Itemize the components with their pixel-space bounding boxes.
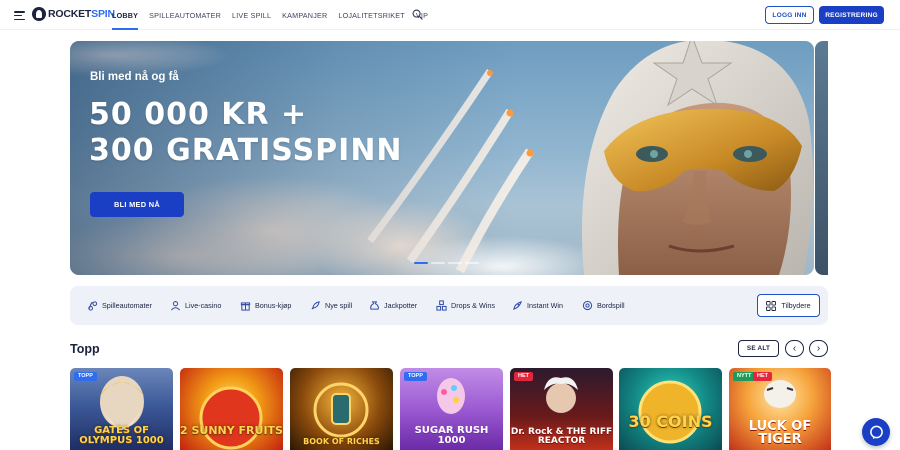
category-live-casino[interactable]: Live-casino [170,300,221,311]
game-title: 30 COINS [628,412,713,431]
game-badge: HET [753,372,772,381]
category-new-games[interactable]: Nye spill [310,300,352,311]
chip-icon [582,300,593,311]
carousel-next-button[interactable]: › [809,340,828,357]
main-nav: LOBBY SPILLEAUTOMATER LIVE SPILL KAMPANJ… [112,0,439,30]
game-art [638,380,702,444]
join-now-button[interactable]: BLI MED NÅ [90,192,184,217]
rocket-icon [311,301,320,310]
grid-icon [766,300,777,311]
category-bonus-buy[interactable]: Bonus-kjøp [240,300,291,311]
game-title: BOOK OF RICHES [303,437,380,446]
hero-title: 50 000 KR + 300 GRATISSPINN [89,97,403,168]
game-tile[interactable]: BOOK OF RICHES [290,368,393,450]
slots-icon [88,301,98,311]
category-drops-wins[interactable]: Drops & Wins [436,300,495,311]
search-icon[interactable] [412,9,423,20]
login-button[interactable]: LOGG INN [765,6,814,24]
game-title: GATES OF OLYMPUS 1000 [79,425,164,446]
nav-slots[interactable]: SPILLEAUTOMATER [149,0,221,30]
chat-icon [869,425,883,439]
game-badge: HET [514,372,533,381]
nav-lobby[interactable]: LOBBY [112,0,139,30]
register-button[interactable]: REGISTRERING [819,6,884,24]
section-title-top: Topp [70,342,100,356]
category-slots[interactable]: Spilleautomater [87,300,152,311]
top-header: ROCKETSPIN LOBBY SPILLEAUTOMATER LIVE SP… [0,0,900,30]
providers-button[interactable]: Tilbydere [757,294,820,317]
next-banner-peek[interactable] [815,41,828,275]
logo[interactable]: ROCKETSPIN [32,7,115,21]
carousel-dot[interactable] [448,262,462,264]
game-title: LUCK OF TIGER [748,419,812,447]
category-bar: Spilleautomater Live-casino Bonus-kjøp N… [70,286,828,325]
game-badge: TOPP [404,372,427,381]
game-tile[interactable]: NYTT HET LUCK OF TIGER [729,368,831,450]
see-all-button[interactable]: SE ALT [738,340,779,357]
carousel-dots[interactable] [414,262,479,264]
game-tile[interactable]: 2 SUNNY FRUITS [180,368,283,450]
hero-character-art [582,41,813,275]
drops-icon [436,300,447,311]
live-dealer-icon [171,301,180,311]
nav-campaigns[interactable]: KAMPANJER [282,0,327,30]
game-tile[interactable]: HET Dr. Rock & THE RIFF REACTOR [510,368,613,450]
game-badge: TOPP [74,372,97,381]
game-title: SUGAR RUSH 1000 [414,425,489,446]
carousel-dot[interactable] [414,262,428,264]
rocket-logo-icon [32,7,46,21]
instant-win-icon [513,301,522,310]
game-art [199,386,263,450]
menu-icon[interactable] [14,11,25,21]
chevron-left-icon: ‹ [792,342,797,354]
carousel-prev-button[interactable]: ‹ [785,340,804,357]
money-bag-icon [370,301,379,310]
carousel-dot[interactable] [465,262,479,264]
carousel-dot[interactable] [431,262,445,264]
game-tile[interactable]: TOPP SUGAR RUSH 1000 [400,368,503,450]
nav-live[interactable]: LIVE SPILL [232,0,271,30]
game-title: Dr. Rock & THE RIFF REACTOR [510,427,613,446]
chevron-right-icon: › [816,342,821,354]
game-title: 2 SUNNY FRUITS [180,424,283,437]
live-chat-button[interactable] [862,418,890,446]
category-instant-win[interactable]: Instant Win [512,300,563,311]
gift-icon [240,302,251,311]
category-table-games[interactable]: Bordspill [582,300,625,311]
category-jackpots[interactable]: Jackpotter [369,300,417,311]
nav-loyalty[interactable]: LOJALITETSRIKET [338,0,405,30]
logo-text: ROCKETSPIN [48,8,115,20]
hero-banner[interactable]: Bli med nå og få 50 000 KR + 300 GRATISS… [70,41,814,275]
game-tile[interactable]: 30 COINS [619,368,722,450]
hero-subtitle: Bli med nå og få [90,71,179,83]
game-tile[interactable]: TOPP GATES OF OLYMPUS 1000 [70,368,173,450]
